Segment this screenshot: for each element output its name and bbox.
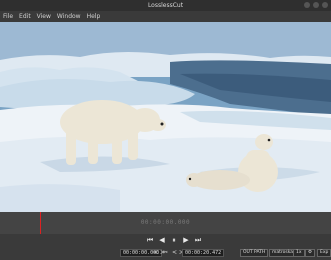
menu-bar: File Edit View Window Help <box>0 11 331 22</box>
step-forward-icon[interactable]: ▶ <box>182 236 190 245</box>
swap-icon[interactable]: ✂ <box>163 249 168 257</box>
transport-controls: ⏮ ◀ ⏸ ▶ ⏭ <box>146 236 202 245</box>
cut-end-time[interactable]: 00:00:20.472 <box>182 249 225 257</box>
menu-file[interactable]: File <box>3 13 13 20</box>
menu-help[interactable]: Help <box>87 13 101 20</box>
cut-controls: 00:00:00.000 < > ✂ < > 00:00:20.472 OUT … <box>0 249 331 258</box>
step-back-icon[interactable]: ◀ <box>158 236 166 245</box>
menu-edit[interactable]: Edit <box>19 13 31 20</box>
timeline-time: 00:00:00.000 <box>140 219 191 226</box>
control-panel: ⏮ ◀ ⏸ ▶ ⏭ 00:00:00.000 < > ✂ < > 00:00:2… <box>0 234 331 260</box>
skip-start-icon[interactable]: ⏮ <box>146 236 154 245</box>
window-controls <box>304 2 328 8</box>
polar-bears-frame <box>0 22 331 212</box>
settings-icon[interactable]: ⚙ <box>305 249 316 257</box>
menu-window[interactable]: Window <box>57 13 81 20</box>
format-select[interactable]: matroska <box>269 249 297 257</box>
speed-badge[interactable]: 1x <box>293 249 305 257</box>
timeline[interactable]: 00:00:00.000 <box>0 212 331 234</box>
skip-end-icon[interactable]: ⏭ <box>194 236 202 245</box>
title-bar: LosslessCut <box>0 0 331 11</box>
video-preview[interactable] <box>0 22 331 212</box>
close-button[interactable] <box>322 2 328 8</box>
window-title: LosslessCut <box>147 2 184 9</box>
out-path-button[interactable]: OUT PATH <box>240 249 269 257</box>
maximize-button[interactable] <box>313 2 319 8</box>
menu-view[interactable]: View <box>37 13 51 20</box>
export-button[interactable]: Exp <box>317 249 331 257</box>
pause-icon[interactable]: ⏸ <box>170 236 178 245</box>
minimize-button[interactable] <box>304 2 310 8</box>
